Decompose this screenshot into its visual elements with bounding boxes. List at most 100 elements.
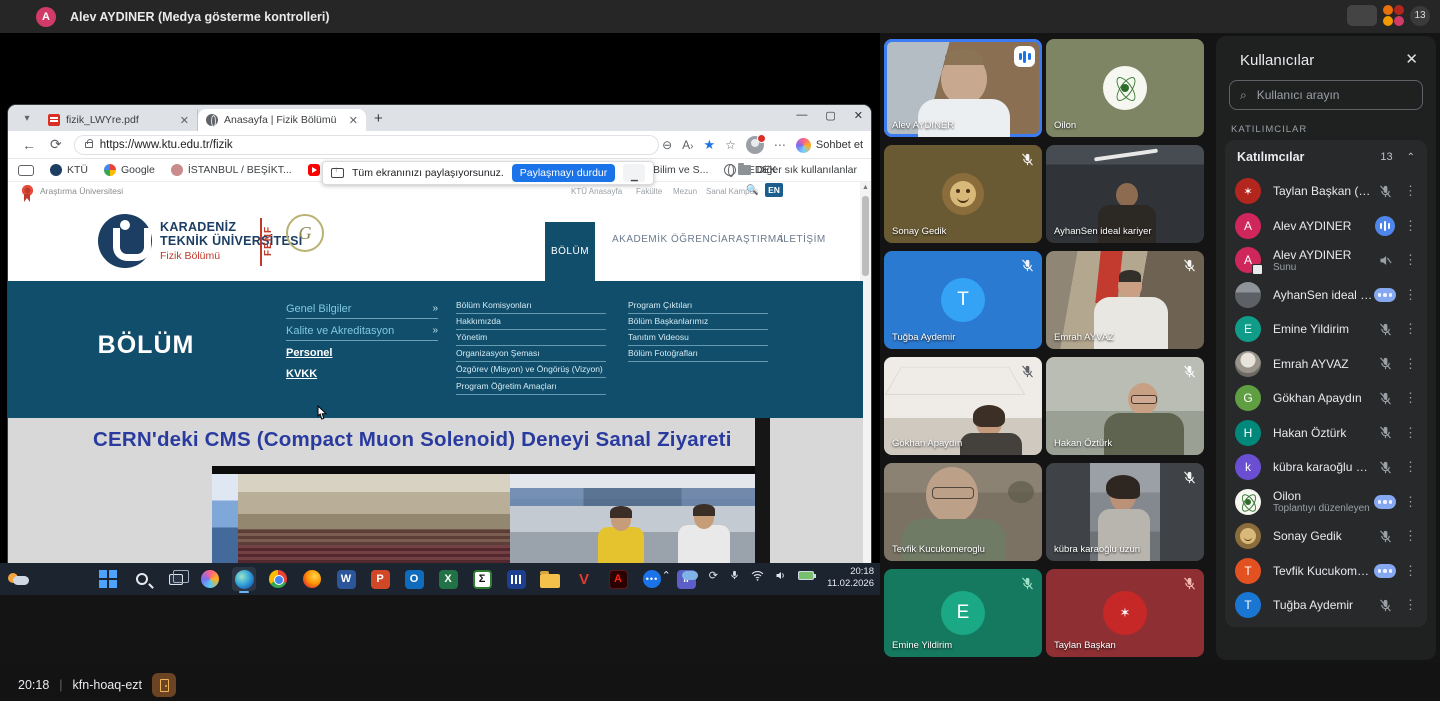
- menu-kvkk[interactable]: KVKK: [286, 368, 438, 383]
- read-aloud-icon[interactable]: A›: [682, 138, 693, 152]
- app-taskbar-button[interactable]: [504, 567, 528, 591]
- copilot-taskbar-button[interactable]: [198, 567, 222, 591]
- search-button[interactable]: [130, 567, 154, 591]
- more-options-icon[interactable]: ⋮: [1404, 563, 1417, 579]
- video-tile-gokhan[interactable]: Gökhan Apaydın: [884, 357, 1042, 455]
- video-tile-alev[interactable]: Alev AYDINER: [884, 39, 1042, 137]
- scroll-up-arrow[interactable]: ▲: [860, 182, 871, 194]
- nav-arastirma[interactable]: ARAŞTIRMA: [721, 234, 784, 245]
- participant-row-oilon[interactable]: OilonToplantıyı düzenleyen ⋮: [1225, 485, 1427, 520]
- menu-komisyonlar[interactable]: Bölüm Komisyonları: [456, 300, 606, 314]
- participant-row-sonay[interactable]: Sonay Gedik ⋮: [1225, 519, 1427, 554]
- scroll-thumb[interactable]: [862, 196, 869, 276]
- restore-banner-button[interactable]: [1347, 5, 1377, 26]
- menu-program-ogretim[interactable]: Program Öğretim Amaçları: [456, 381, 606, 395]
- quicklink-fakulte[interactable]: Fakülte: [636, 187, 662, 196]
- more-options-icon[interactable]: ⋮: [1404, 528, 1417, 544]
- participants-group-header[interactable]: Katılımcılar 13 ⌃: [1225, 140, 1427, 174]
- taskbar-clock[interactable]: 20:18 11.02.2026: [827, 566, 874, 590]
- menu-personel[interactable]: Personel: [286, 347, 438, 362]
- participant-row-alev-sunu[interactable]: A Alev AYDINERSunu ⋮: [1225, 243, 1427, 278]
- other-favorites[interactable]: Diğer sık kullanılanlar: [738, 164, 857, 176]
- participant-row-tugba[interactable]: T Tuğba Aydemir ⋮: [1225, 588, 1427, 623]
- more-options-icon[interactable]: ⋮: [1404, 252, 1417, 268]
- collections-icon[interactable]: ☆: [725, 138, 736, 152]
- menu-bolum-fotograflari[interactable]: Bölüm Fotoğrafları: [628, 348, 768, 362]
- bookmark-google[interactable]: Google: [104, 164, 155, 176]
- menu-genel-bilgiler[interactable]: Genel Bilgiler»: [286, 303, 438, 319]
- quicklink-anasayfa[interactable]: KTÜ Anasayfa: [571, 187, 622, 196]
- video-tile-kubra[interactable]: kübra karaoğlu uzun: [1046, 463, 1204, 561]
- minimize-button[interactable]: —: [796, 109, 807, 122]
- tray-chevron-icon[interactable]: ⌃: [662, 569, 671, 582]
- wifi-icon[interactable]: [751, 570, 764, 581]
- new-tab-button[interactable]: +: [374, 110, 383, 127]
- profile-avatar[interactable]: [746, 136, 764, 154]
- more-options-icon[interactable]: ⋮: [1404, 597, 1417, 613]
- favorite-icon[interactable]: ★: [703, 137, 715, 153]
- video-tile-ayhansen[interactable]: AyhanSen ideal kariyer: [1046, 145, 1204, 243]
- tray-mic-icon[interactable]: [729, 569, 740, 582]
- tab-active[interactable]: Anasayfa | Fizik Bölümü ✕: [198, 109, 366, 131]
- participant-row-gokhan[interactable]: G Gökhan Apaydın ⋮: [1225, 381, 1427, 416]
- search-input[interactable]: [1255, 87, 1395, 103]
- participant-row-emine[interactable]: E Emine Yildirim ⋮: [1225, 312, 1427, 347]
- video-tile-tevfik[interactable]: Tevfik Kucukomeroglu: [884, 463, 1042, 561]
- more-options-icon[interactable]: ⋮: [1404, 390, 1417, 406]
- volume-icon[interactable]: [775, 570, 787, 581]
- menu-kalite-akreditasyon[interactable]: Kalite ve Akreditasyon»: [286, 325, 438, 341]
- battery-icon[interactable]: [798, 571, 814, 580]
- nav-akademik[interactable]: AKADEMİK: [612, 234, 668, 245]
- video-tile-emine[interactable]: E Emine Yildirim: [884, 569, 1042, 657]
- more-options-icon[interactable]: ⋮: [1404, 183, 1417, 199]
- participant-row-alev[interactable]: A Alev AYDINER ⋮: [1225, 209, 1427, 244]
- nav-iletisim[interactable]: İLETİŞİM: [780, 234, 826, 245]
- more-options-icon[interactable]: ⋮: [1404, 356, 1417, 372]
- video-tile-oilon[interactable]: Oilon: [1046, 39, 1204, 137]
- copilot-button[interactable]: Sohbet et: [796, 138, 863, 153]
- more-menu-icon[interactable]: ⋯: [774, 138, 786, 152]
- close-window-button[interactable]: ✕: [854, 109, 863, 122]
- back-icon[interactable]: ←: [22, 137, 36, 153]
- participant-row-ayhansen[interactable]: AyhanSen ideal kariyer ⋮: [1225, 278, 1427, 313]
- menu-yonetim[interactable]: Yönetim: [456, 332, 606, 346]
- more-options-icon[interactable]: ⋮: [1404, 425, 1417, 441]
- language-toggle[interactable]: EN: [765, 183, 783, 197]
- participant-row-taylan[interactable]: ✶ Taylan Başkan (Siz) ⋮: [1225, 174, 1427, 209]
- explorer-taskbar-button[interactable]: [538, 567, 562, 591]
- origin-taskbar-button[interactable]: Σ: [470, 567, 494, 591]
- more-options-icon[interactable]: ⋮: [1404, 287, 1417, 303]
- zoom-out-icon[interactable]: ⊖: [662, 138, 672, 152]
- more-options-icon[interactable]: ⋮: [1404, 218, 1417, 234]
- video-tile-sonay[interactable]: Sonay Gedik: [884, 145, 1042, 243]
- menu-tanitim-videosu[interactable]: Tanıtım Videosu: [628, 332, 768, 346]
- participant-row-emrah[interactable]: Emrah AYVAZ ⋮: [1225, 347, 1427, 382]
- video-tile-tugba[interactable]: T Tuğba Aydemir: [884, 251, 1042, 349]
- menu-bolum-baskanlari[interactable]: Bölüm Başkanlarımız: [628, 316, 768, 330]
- word-taskbar-button[interactable]: W: [334, 567, 358, 591]
- site-search-icon[interactable]: 🔍: [746, 185, 758, 196]
- bookmark-ktu[interactable]: KTÜ: [50, 164, 88, 176]
- start-button[interactable]: [96, 567, 120, 591]
- more-options-icon[interactable]: ⋮: [1404, 321, 1417, 337]
- sync-icon[interactable]: ⟳: [709, 569, 718, 582]
- v-app-taskbar-button[interactable]: V: [572, 567, 596, 591]
- sidebar-icon[interactable]: [18, 165, 34, 176]
- nav-ogrenci[interactable]: ÖĞRENCİ: [671, 234, 721, 245]
- menu-ozgorev[interactable]: Özgörev (Misyon) ve Öngörüş (Vizyon): [456, 364, 606, 378]
- acrobat-taskbar-button[interactable]: A: [606, 567, 630, 591]
- chrome-taskbar-button[interactable]: [266, 567, 290, 591]
- firefox-taskbar-button[interactable]: [300, 567, 324, 591]
- close-tab-icon[interactable]: ✕: [349, 114, 358, 127]
- participant-row-hakan[interactable]: H Hakan Öztürk ⋮: [1225, 416, 1427, 451]
- video-tile-hakan[interactable]: Hakan Öztürk: [1046, 357, 1204, 455]
- excel-taskbar-button[interactable]: X: [436, 567, 460, 591]
- address-bar[interactable]: https://www.ktu.edu.tr/fizik: [74, 135, 659, 155]
- hide-banner-button[interactable]: ▁: [623, 164, 645, 182]
- refresh-icon[interactable]: ⟳: [50, 136, 62, 153]
- participant-row-kubra[interactable]: k kübra karaoğlu uzun ⋮: [1225, 450, 1427, 485]
- edge-taskbar-button[interactable]: [232, 567, 256, 591]
- tab-pdf[interactable]: fizik_LWYre.pdf ✕: [40, 109, 198, 131]
- quicklink-mezun[interactable]: Mezun: [673, 187, 697, 196]
- stop-sharing-button[interactable]: Paylaşmayı durdur: [512, 164, 616, 182]
